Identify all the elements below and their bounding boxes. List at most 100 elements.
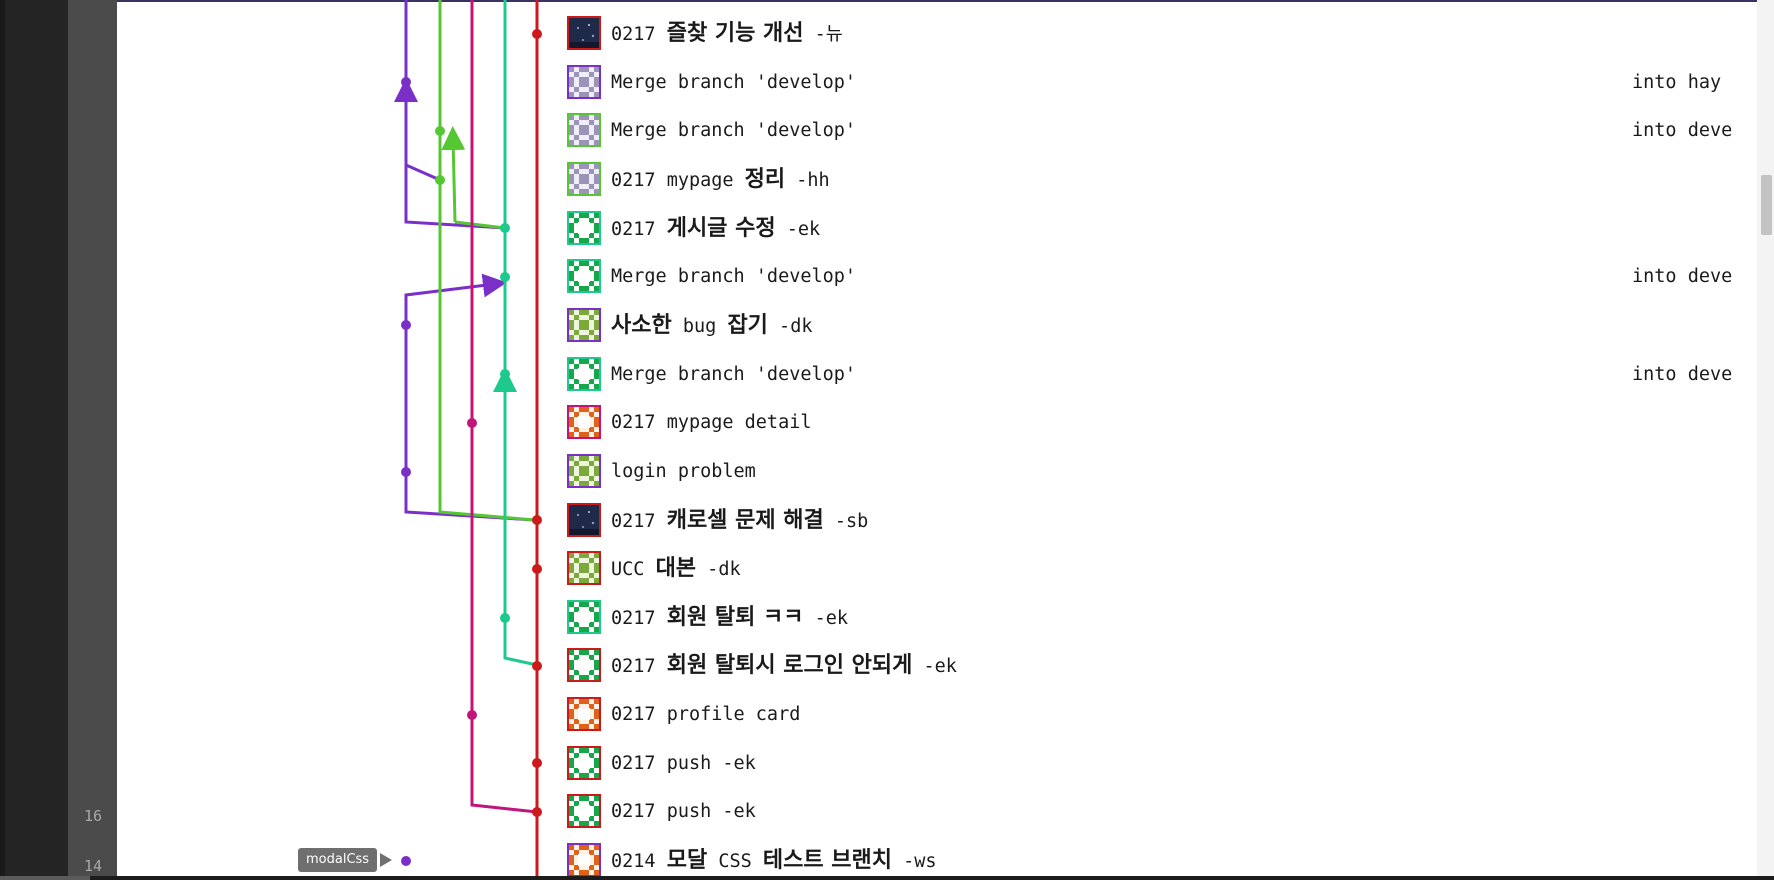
author-avatar: [567, 794, 601, 829]
commit-row[interactable]: 0217 즐찾 기능 개선 -뉴: [567, 14, 1757, 54]
commit-node: [532, 29, 542, 39]
commit-message-text: CSS: [707, 851, 763, 873]
commit-message-text: 0217 push -ek: [611, 801, 756, 823]
author-avatar: [567, 453, 601, 488]
commit-message-text: 0217: [611, 510, 667, 532]
commit-message: 0217 mypage 정리 -hh: [611, 160, 830, 200]
author-avatar: [567, 599, 601, 634]
commit-message-text: 0217: [611, 24, 667, 45]
commit-node: [532, 564, 542, 574]
author-avatar: [567, 161, 601, 196]
commit-row[interactable]: 0217 회원 탈퇴 ㅋㅋ -ek: [567, 598, 1757, 638]
branch-tag-modalcss[interactable]: modalCss: [298, 848, 378, 872]
commit-message: 0217 push -ek: [611, 744, 756, 784]
commit-message: 사소한 bug 잡기 -dk: [611, 306, 812, 346]
purple-merge-line: [405, 163, 441, 182]
green-branch-line: [441, 126, 466, 223]
commit-message-text: -dk: [767, 315, 813, 337]
commit-node: [500, 369, 510, 379]
commit-message-text: Merge branch 'develop': [611, 266, 857, 288]
commit-row[interactable]: 사소한 bug 잡기 -dk: [567, 306, 1757, 346]
commit-node: [467, 418, 477, 428]
author-avatar: [567, 64, 601, 99]
commit-row[interactable]: login problem: [567, 452, 1757, 492]
commit-row[interactable]: 0217 push -ek: [567, 792, 1757, 832]
commit-message-text: 0217: [611, 218, 667, 240]
commit-row[interactable]: 0217 profile card: [567, 695, 1757, 735]
commit-message: 0217 캐로셀 문제 해결 -sb: [611, 501, 868, 541]
commit-node: [500, 613, 510, 623]
commit-message-text: -hh: [785, 169, 830, 191]
commit-node: [435, 175, 445, 185]
commit-message-text: -dk: [696, 559, 741, 581]
commit-row[interactable]: 0217 회원 탈퇴시 로그인 안되게 -ek: [567, 646, 1757, 686]
author-avatar: [567, 502, 601, 537]
commit-message-korean: 잡기: [727, 312, 768, 338]
commit-message-text: Merge branch 'develop': [611, 71, 857, 93]
commit-message: login problem: [611, 452, 756, 492]
author-avatar: [567, 843, 601, 878]
purple-branch-line: [404, 273, 507, 325]
vertical-scrollbar[interactable]: [1757, 0, 1774, 880]
commit-row[interactable]: 0217 push -ek: [567, 744, 1757, 784]
author-avatar: [567, 259, 601, 294]
commit-node: [435, 126, 445, 136]
commit-message-text: 0217 profile card: [611, 704, 801, 726]
bottom-border-accent: [0, 876, 90, 880]
commit-message: 0217 mypage detail: [611, 403, 811, 443]
commit-message-text: Merge branch 'develop': [611, 120, 857, 142]
commit-message-korean: 회원 탈퇴 ㅋㅋ: [666, 604, 804, 630]
commit-message-text: 0217: [611, 656, 667, 678]
commit-node: [532, 661, 542, 671]
commit-message-korean: 사소한: [611, 312, 672, 338]
commit-message-korean: 테스트 브랜치: [762, 848, 892, 874]
merge-target: into deve: [1632, 266, 1733, 288]
author-avatar: [567, 16, 601, 50]
commit-row[interactable]: 0217 mypage detail: [567, 403, 1757, 443]
commit-message: 0217 profile card: [611, 695, 800, 735]
commit-row[interactable]: 0217 게시글 수정 -ek: [567, 209, 1757, 249]
commit-node: [532, 807, 542, 817]
commit-message: 0217 즐찾 기능 개선 -뉴: [611, 14, 843, 54]
author-avatar: [567, 745, 601, 780]
commit-message: 0217 게시글 수정 -ek: [611, 209, 820, 249]
commit-message-text: login problem: [611, 460, 756, 482]
commit-message-text: 0217 mypage detail: [611, 412, 812, 434]
commit-message-text: Merge branch 'develop': [611, 363, 857, 385]
commit-node: [532, 515, 542, 525]
author-avatar: [567, 405, 601, 440]
commit-message-text: -sb: [823, 510, 869, 532]
merge-target: into deve: [1632, 363, 1733, 385]
author-avatar: [567, 648, 601, 683]
commit-row[interactable]: 0217 mypage 정리 -hh: [567, 160, 1757, 200]
commit-row[interactable]: Merge branch 'develop' into deve: [567, 355, 1757, 395]
commit-node: [532, 758, 542, 768]
commit-message-text: bug: [671, 315, 728, 337]
commit-message: Merge branch 'develop': [611, 355, 856, 395]
commit-message-korean: 회원 탈퇴시 로그인 안되게: [666, 653, 913, 679]
commit-message-text: UCC: [611, 559, 656, 581]
commit-message-text: -ek: [912, 656, 957, 678]
merge-target: into deve: [1632, 120, 1733, 142]
commit-row[interactable]: Merge branch 'develop' into deve: [567, 111, 1757, 151]
commit-row[interactable]: Merge branch 'develop' into hay: [567, 63, 1757, 103]
branch-tag-pointer: [380, 853, 392, 867]
scrollbar-thumb[interactable]: [1761, 175, 1772, 235]
commit-message-korean: 즐찾 기능 개선: [666, 21, 804, 46]
commit-node: [401, 77, 411, 87]
green-branch-line: [438, 0, 536, 522]
commit-row[interactable]: UCC 대본 -dk: [567, 549, 1757, 589]
commit-node: [500, 223, 510, 233]
teal-branch-line: [503, 0, 538, 667]
commit-message-text: 0217 mypage: [611, 169, 745, 191]
commit-node: [500, 272, 510, 282]
commit-message: Merge branch 'develop': [611, 257, 856, 297]
author-avatar: [567, 356, 601, 391]
commit-message-text: 0214: [611, 851, 667, 873]
commit-message: 0217 회원 탈퇴시 로그인 안되게 -ek: [611, 646, 957, 686]
commit-node: [401, 856, 411, 866]
commit-message-text: -ek: [803, 607, 849, 629]
commit-row[interactable]: 0217 캐로셀 문제 해결 -sb: [567, 501, 1757, 541]
commit-node: [467, 710, 477, 720]
commit-row[interactable]: Merge branch 'develop' into deve: [567, 257, 1757, 297]
